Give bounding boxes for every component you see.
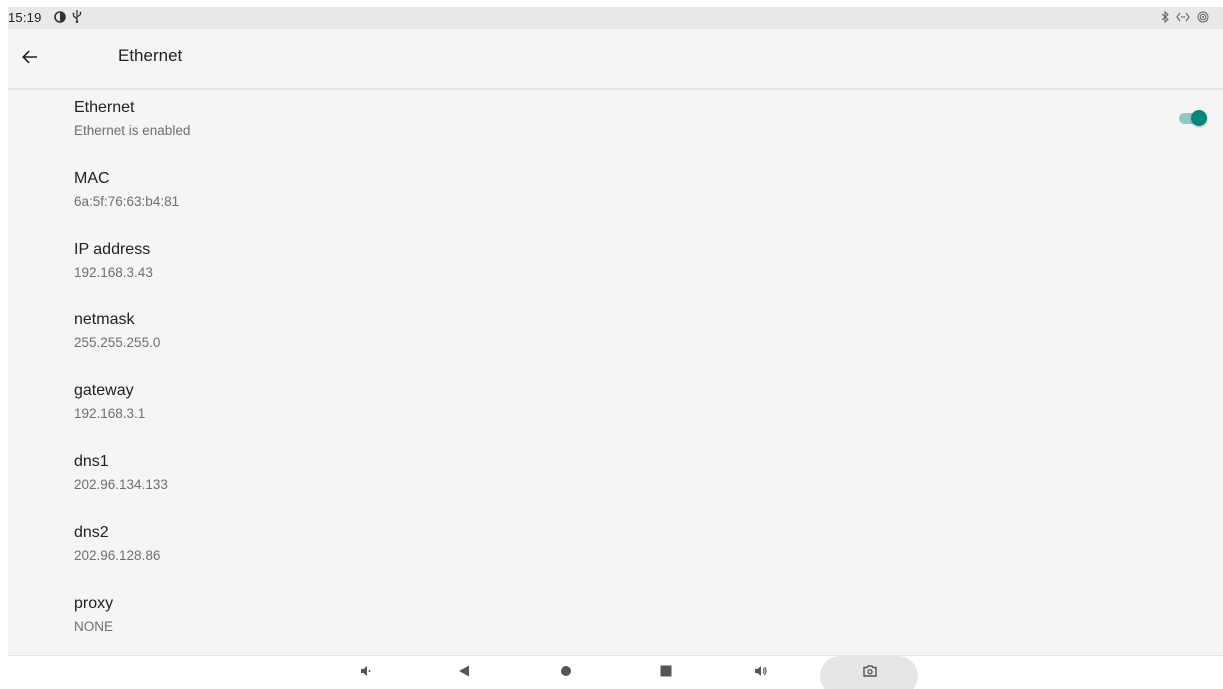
pref-summary: NONE bbox=[74, 618, 114, 634]
nav-recents-button[interactable] bbox=[646, 656, 686, 689]
pref-summary: 202.96.134.133 bbox=[74, 476, 168, 492]
screenshot-button[interactable] bbox=[850, 656, 890, 689]
status-right-icons bbox=[1161, 10, 1209, 26]
status-bar: 15:19 bbox=[8, 7, 1223, 29]
pref-summary: 255.255.255.0 bbox=[74, 335, 161, 351]
volume-down-icon bbox=[360, 664, 372, 682]
data-saver-icon bbox=[54, 10, 66, 26]
pref-summary: 192.168.3.1 bbox=[74, 406, 146, 422]
pref-gateway[interactable]: gateway 192.168.3.1 bbox=[8, 372, 1223, 443]
pref-dns1[interactable]: dns1 202.96.134.133 bbox=[8, 443, 1223, 514]
usb-icon bbox=[72, 10, 82, 26]
screen: 15:19 Ethernet Ethernet Ethernet is enab… bbox=[8, 7, 1223, 689]
pref-mac[interactable]: MAC 6a:5f:76:63:b4:81 bbox=[8, 160, 1223, 231]
pref-title: gateway bbox=[74, 382, 134, 400]
arrow-back-icon bbox=[22, 50, 38, 69]
home-icon bbox=[560, 664, 572, 682]
pref-title: dns2 bbox=[74, 523, 109, 541]
pref-proxy[interactable]: proxy NONE bbox=[8, 585, 1223, 656]
status-time: 15:19 bbox=[8, 10, 42, 25]
recents-icon bbox=[660, 664, 672, 682]
screenshot-icon bbox=[863, 664, 877, 682]
volume-down-button[interactable] bbox=[346, 656, 386, 689]
page-title: Ethernet bbox=[118, 46, 183, 65]
nav-home-button[interactable] bbox=[546, 656, 586, 689]
toggle-thumb bbox=[1191, 110, 1207, 126]
pref-summary: 6a:5f:76:63:b4:81 bbox=[74, 193, 180, 209]
pref-title: MAC bbox=[74, 169, 110, 187]
back-button[interactable] bbox=[14, 43, 46, 75]
preference-list: Ethernet Ethernet is enabled MAC 6a:5f:7… bbox=[8, 89, 1223, 655]
navigation-bar bbox=[8, 655, 1223, 689]
pref-summary: 192.168.3.43 bbox=[74, 264, 153, 280]
hotspot-icon bbox=[1197, 11, 1209, 26]
pref-title: proxy bbox=[74, 594, 114, 612]
pref-title: dns1 bbox=[74, 452, 109, 470]
nav-back-button[interactable] bbox=[444, 656, 484, 689]
status-left-icons bbox=[54, 10, 82, 26]
ethernet-icon bbox=[1176, 12, 1190, 25]
pref-summary: 202.96.128.86 bbox=[74, 547, 161, 563]
pref-title: Ethernet bbox=[74, 99, 135, 116]
pref-title: netmask bbox=[74, 311, 135, 329]
volume-up-button[interactable] bbox=[741, 656, 781, 689]
app-bar: Ethernet bbox=[8, 29, 1223, 89]
pref-netmask[interactable]: netmask 255.255.255.0 bbox=[8, 301, 1223, 372]
volume-up-icon bbox=[754, 664, 768, 682]
pref-dns2[interactable]: dns2 202.96.128.86 bbox=[8, 514, 1223, 585]
pref-summary: Ethernet is enabled bbox=[74, 123, 191, 138]
pref-ethernet[interactable]: Ethernet Ethernet is enabled bbox=[8, 89, 1223, 160]
ethernet-toggle-switch[interactable] bbox=[1177, 109, 1207, 127]
pref-title: IP address bbox=[74, 240, 151, 258]
back-icon bbox=[458, 664, 470, 682]
bluetooth-icon bbox=[1161, 10, 1169, 26]
pref-ip-address[interactable]: IP address 192.168.3.43 bbox=[8, 231, 1223, 302]
